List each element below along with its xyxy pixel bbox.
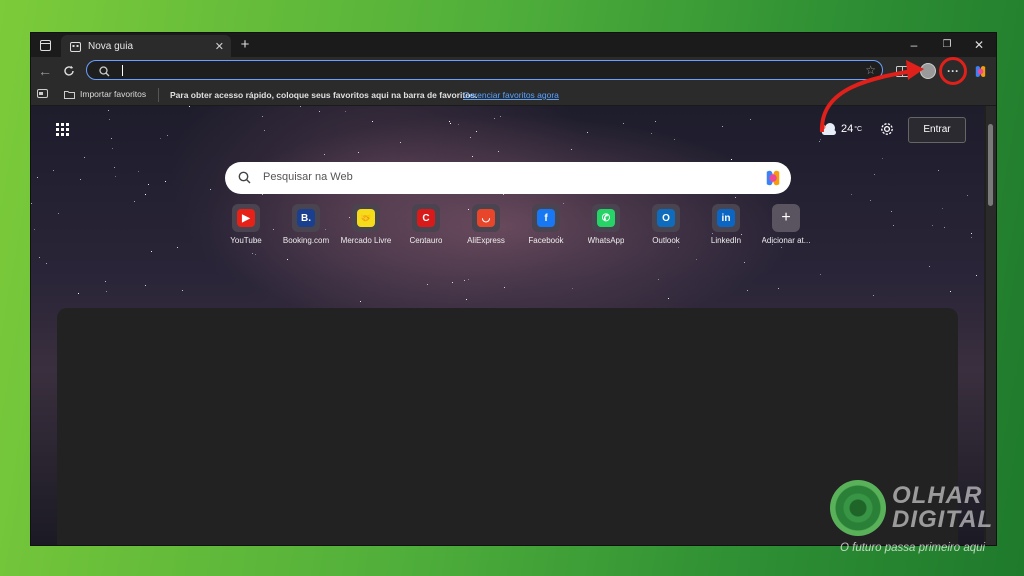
aliexpress-icon: ◡: [477, 209, 495, 227]
facebook-icon: f: [537, 209, 555, 227]
search-icon: [238, 171, 251, 189]
quick-link-icon-box: ◡: [472, 204, 500, 232]
sidebar-toggle-icon[interactable]: [37, 89, 48, 98]
divider: [158, 88, 159, 102]
quick-link-tile[interactable]: B. Booking.com: [276, 204, 336, 245]
quick-link-tile[interactable]: ✆ WhatsApp: [576, 204, 636, 245]
olhar-digital-watermark: OLHAR DIGITAL O futuro passa primeiro aq…: [830, 480, 1020, 570]
quick-link-tile[interactable]: ▶ YouTube: [216, 204, 276, 245]
import-favorites-label: Importar favoritos: [80, 89, 147, 99]
quick-link-icon-box: in: [712, 204, 740, 232]
centauro-icon: C: [417, 209, 435, 227]
quick-link-icon-box: f: [532, 204, 560, 232]
tab-actions-icon[interactable]: [35, 36, 55, 54]
copilot-icon[interactable]: [971, 62, 989, 80]
tab-nova-guia[interactable]: Nova guia ✕: [61, 35, 231, 57]
close-window-button[interactable]: ✕: [963, 33, 995, 57]
news-feed-panel: [57, 308, 958, 545]
apps-launcher-icon[interactable]: [56, 123, 70, 137]
folder-icon: [64, 90, 75, 99]
tab-strip: Nova guia ✕ + – ❐ ✕: [31, 33, 996, 57]
mercado-livre-icon: 🤝: [357, 209, 375, 227]
quick-link-tile[interactable]: C Centauro: [396, 204, 456, 245]
quick-link-label: YouTube: [230, 236, 262, 245]
outlook-icon: O: [657, 209, 675, 227]
quick-link-icon-box: ✆: [592, 204, 620, 232]
quick-link-label: Outlook: [652, 236, 680, 245]
quick-link-label: AliExpress: [467, 236, 505, 245]
tab-close-icon[interactable]: ✕: [215, 40, 224, 53]
quick-link-label: Facebook: [528, 236, 564, 245]
quick-link-label: WhatsApp: [587, 236, 625, 245]
whatsapp-icon: ✆: [597, 209, 615, 227]
quick-link-label: Centauro: [409, 236, 443, 245]
red-arrow-annotation: [819, 60, 924, 133]
web-search-box[interactable]: Pesquisar na Web: [225, 162, 791, 194]
quick-link-icon-box: 🤝: [352, 204, 380, 232]
olhar-digital-logo-icon: [830, 480, 886, 536]
tab-title: Nova guia: [88, 40, 134, 52]
search-icon: [99, 64, 110, 82]
quick-link-tile[interactable]: in LinkedIn: [696, 204, 756, 245]
quick-link-icon-box: ▶: [232, 204, 260, 232]
add-shortcut-icon: +: [781, 209, 791, 226]
youtube-icon: ▶: [237, 209, 255, 227]
watermark-tagline: O futuro passa primeiro aqui: [840, 542, 986, 554]
quick-link-icon-box: C: [412, 204, 440, 232]
quick-link-label: LinkedIn: [710, 236, 742, 245]
quick-link-label: Booking.com: [282, 236, 330, 245]
new-tab-button[interactable]: +: [235, 36, 255, 54]
text-caret: [122, 65, 123, 76]
quick-link-tile[interactable]: O Outlook: [636, 204, 696, 245]
restore-button[interactable]: ❐: [931, 33, 963, 57]
search-placeholder: Pesquisar na Web: [263, 171, 353, 183]
quick-link-icon-box: B.: [292, 204, 320, 232]
favorites-hint-text: Para obter acesso rápido, coloque seus f…: [170, 90, 478, 100]
booking-icon: B.: [297, 209, 315, 227]
quick-link-tile[interactable]: + Adicionar at...: [756, 204, 816, 245]
refresh-icon[interactable]: [59, 61, 79, 81]
minimize-button[interactable]: –: [898, 33, 930, 57]
import-favorites-button[interactable]: Importar favoritos: [64, 89, 146, 99]
new-tab-page-icon: [69, 40, 81, 52]
back-icon[interactable]: ←: [35, 61, 55, 81]
quick-link-tile[interactable]: 🤝 Mercado Livre: [336, 204, 396, 245]
watermark-line1: OLHAR: [892, 482, 983, 509]
watermark-line2: DIGITAL: [892, 506, 994, 533]
quick-link-tile[interactable]: f Facebook: [516, 204, 576, 245]
quick-link-label: Mercado Livre: [340, 236, 392, 245]
scrollbar-thumb[interactable]: [988, 124, 993, 206]
address-bar[interactable]: ☆: [86, 60, 883, 80]
copilot-icon[interactable]: [763, 168, 783, 188]
quick-link-icon-box: +: [772, 204, 800, 232]
quick-links: ▶ YouTube B. Booking.com 🤝 Mercado Livre C Cent…: [216, 204, 816, 245]
linkedin-icon: in: [717, 209, 735, 227]
quick-link-icon-box: O: [652, 204, 680, 232]
quick-link-label: Adicionar at...: [761, 236, 811, 245]
manage-favorites-link[interactable]: Gerenciar favoritos agora: [463, 90, 559, 100]
highlight-circle: [939, 57, 967, 85]
quick-link-tile[interactable]: ◡ AliExpress: [456, 204, 516, 245]
